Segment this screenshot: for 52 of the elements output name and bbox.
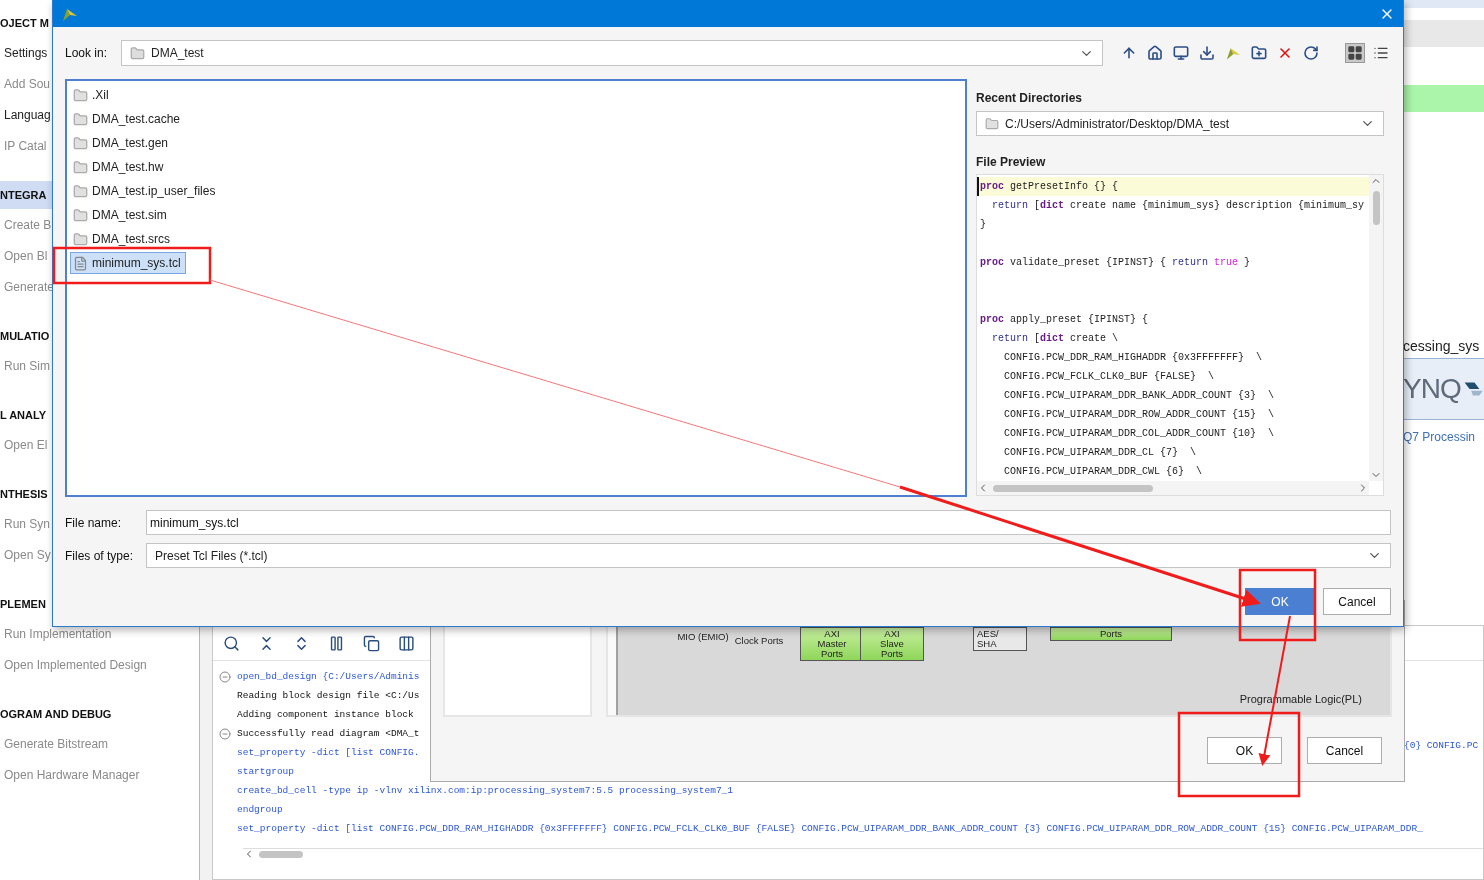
ok-button[interactable]: OK <box>1245 588 1315 615</box>
console-line: {0} CONFIG.PC <box>1404 740 1479 751</box>
port-block: Ports <box>1050 627 1172 641</box>
file-list-item[interactable]: .Xil <box>70 84 114 106</box>
code-line: proc getPresetInfo {} { <box>980 181 1119 192</box>
file-name-field[interactable]: minimum_sys.tcl <box>146 510 1391 535</box>
console-line: open_bd_design {C:/Users/Adminis <box>237 671 420 682</box>
code-line: CONFIG.PCW_UIPARAM_DDR_COL_ADDR_COUNT {10} \ <box>1003 428 1275 439</box>
logo-text: YNQ <box>1403 373 1461 405</box>
section-title: Recent Directories <box>976 91 1084 105</box>
console-line: Successfully read diagram <DMA_t <box>237 728 420 739</box>
field-label: File name: <box>65 515 123 530</box>
console-line: create_bd_cell -type ip -vlnv xilinx.com:ip:processing_system7:5.5 processing_system7_1 <box>237 785 733 796</box>
code-line: proc validate_preset {IPINST} { return true } <box>980 257 1251 268</box>
code-line: return [dict create name {minimum_sys} description {minimum_sy <box>991 200 1365 211</box>
port-label: MIO (EMIO) <box>676 631 730 643</box>
code-line: CONFIG.PCW_FCLK_CLK0_BUF {FALSE} \ <box>1003 371 1215 382</box>
code-line: CONFIG.PCW_UIPARAM_DDR_CWL {6} \ <box>1003 466 1203 477</box>
console-line: endgroup <box>237 804 283 815</box>
recent-directories-dropdown[interactable]: C:/Users/Administrator/Desktop/DMA_test <box>976 111 1384 136</box>
console-line: Adding component instance block <box>237 709 414 720</box>
file-list-item[interactable]: DMA_test.gen <box>70 132 174 154</box>
port-block: AXI Slave Ports <box>860 627 924 661</box>
section-title: File Preview <box>976 155 1047 169</box>
nav-section-header[interactable]: OGRAM AND DEBUG <box>0 700 199 728</box>
code-line: CONFIG.PCW_UIPARAM_DDR_BANK_ADDR_COUNT {3} \ <box>1003 390 1275 401</box>
file-list-item[interactable]: DMA_test.srcs <box>70 228 175 250</box>
field-label: Look in: <box>65 46 109 60</box>
code-line: } <box>980 219 986 230</box>
code-line: CONFIG.PCW_UIPARAM_DDR_ROW_ADDR_COUNT {15} \ <box>1003 409 1275 420</box>
port-label: Clock Ports <box>733 635 785 647</box>
field-label: Files of type: <box>65 548 135 563</box>
look-in-dropdown[interactable]: DMA_test <box>121 40 1103 66</box>
console-line: Reading block design file <C:/Us <box>237 690 420 701</box>
code-line: proc apply_preset {IPINST} { <box>980 314 1149 325</box>
file-list-item[interactable]: minimum_sys.tcl <box>70 252 186 274</box>
file-list-item[interactable]: DMA_test.hw <box>70 156 169 178</box>
console-line: set_property -dict [list CONFIG. <box>237 747 420 758</box>
file-list-item[interactable]: DMA_test.cache <box>70 108 186 130</box>
cancel-button[interactable]: Cancel <box>1307 737 1382 764</box>
block-caption: Q7 Processin <box>1403 429 1477 444</box>
console-line: startgroup <box>237 766 294 777</box>
file-list-item[interactable]: DMA_test.ip_user_files <box>70 180 221 202</box>
ok-button[interactable]: OK <box>1207 737 1282 764</box>
file-list-item[interactable]: DMA_test.sim <box>70 204 172 226</box>
code-line: CONFIG.PCW_DDR_RAM_HIGHADDR {0x3FFFFFFF} \ <box>1003 352 1263 363</box>
unit-block: AES/ SHA <box>973 627 1027 651</box>
code-line: return [dict create \ <box>991 333 1119 344</box>
console-line: set_property -dict [list CONFIG.PCW_DDR_RAM_HIGHADDR {0x3FFFFFFF} CONFIG.PCW_FCLK_CLK0_BUF {FALSE} CONFIG.PCW_UIPARAM_DDR_BANK_ADDR_COUNT {3} CONFIG.PCW_UIPARAM_DDR_ROW_ADDR_COUNT {15} CONFIG.PCW_UIPARAM_DDR_ <box>237 823 1423 834</box>
file-type-dropdown[interactable]: Preset Tcl Files (*.tcl) <box>146 543 1391 568</box>
code-line: CONFIG.PCW_UIPARAM_DDR_CL {7} \ <box>1003 447 1197 458</box>
cancel-button[interactable]: Cancel <box>1323 588 1391 615</box>
